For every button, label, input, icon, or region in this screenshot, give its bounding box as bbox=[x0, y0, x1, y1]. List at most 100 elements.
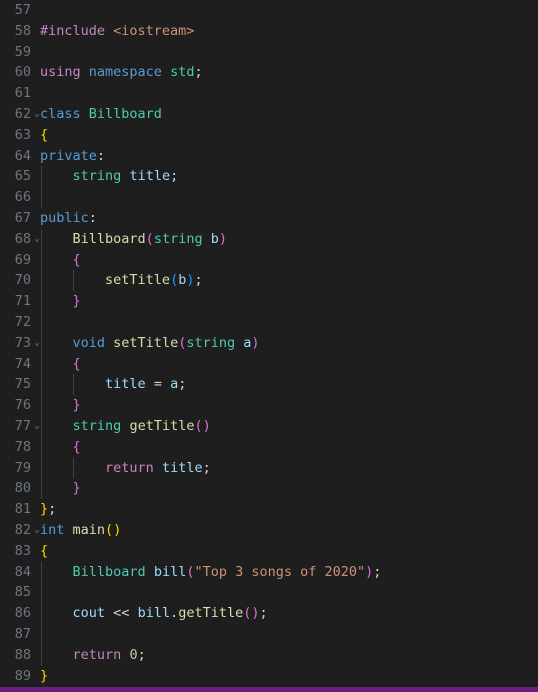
code-token: bill bbox=[137, 605, 171, 622]
code-token: ( bbox=[105, 521, 114, 538]
code-line[interactable]: 63⌄{ bbox=[0, 125, 538, 146]
code-line[interactable]: 74⌄ { bbox=[0, 353, 538, 375]
line-number: 57 bbox=[14, 2, 31, 18]
indent-guide bbox=[41, 582, 42, 604]
line-number: 73 bbox=[14, 334, 31, 351]
code-text: setTitle(b); bbox=[40, 270, 538, 291]
code-token: setTitle bbox=[105, 272, 171, 289]
code-token: } bbox=[72, 397, 81, 414]
code-line[interactable]: 88⌄ return 0; bbox=[0, 644, 538, 666]
code-line[interactable]: 68 ⌄ Billboard(string b) bbox=[0, 228, 538, 250]
code-token: ; bbox=[259, 605, 268, 622]
code-line[interactable]: 72⌄ bbox=[0, 311, 538, 333]
code-line[interactable]: 64⌄private: bbox=[0, 146, 538, 167]
code-token: string bbox=[186, 334, 236, 351]
code-line[interactable]: 82 ⌄ int main() bbox=[0, 520, 538, 541]
code-token: namespace bbox=[88, 64, 171, 81]
code-text: Billboard bill("Top 3 songs of 2020"); bbox=[40, 562, 538, 583]
code-token: : bbox=[96, 147, 106, 164]
line-number: 74 bbox=[14, 355, 31, 372]
line-number: 64 bbox=[14, 147, 31, 164]
code-text: private: bbox=[40, 146, 538, 167]
indent-guide bbox=[41, 623, 42, 645]
code-line[interactable]: 81⌄}; bbox=[0, 499, 538, 520]
code-line[interactable]: 77 ⌄ string getTitle() bbox=[0, 415, 538, 437]
code-line[interactable]: 76⌄ } bbox=[0, 395, 538, 416]
code-token: main bbox=[72, 521, 106, 538]
code-token: = bbox=[153, 376, 162, 393]
code-line[interactable]: 67⌄public: bbox=[0, 208, 538, 229]
line-number: 68 bbox=[14, 230, 31, 247]
line-number: 87 bbox=[14, 625, 31, 642]
code-token: : bbox=[88, 209, 97, 226]
code-token: private bbox=[40, 147, 97, 164]
code-token: ; bbox=[202, 459, 211, 476]
code-token: public bbox=[40, 209, 89, 226]
code-line[interactable]: 58⌄#include <iostream> bbox=[0, 21, 538, 42]
code-token: ( bbox=[194, 417, 203, 434]
code-line[interactable]: 61⌄ bbox=[0, 83, 538, 104]
code-line[interactable]: 57⌄ bbox=[0, 0, 538, 21]
line-number: 66 bbox=[14, 189, 31, 206]
code-line[interactable]: 60⌄using namespace std; bbox=[0, 62, 538, 83]
code-line[interactable]: 69⌄ { bbox=[0, 249, 538, 271]
code-line[interactable]: 70⌄ setTitle(b); bbox=[0, 270, 538, 292]
code-text: string getTitle() bbox=[40, 416, 538, 437]
code-token: Billboard bbox=[72, 230, 146, 247]
code-line[interactable]: 59⌄ bbox=[0, 42, 538, 63]
code-text: } bbox=[40, 478, 538, 499]
indent-guide bbox=[41, 311, 42, 333]
code-text: { bbox=[40, 250, 538, 271]
line-number: 60 bbox=[14, 64, 31, 81]
status-bar[interactable] bbox=[0, 687, 538, 692]
code-token: getTitle bbox=[178, 605, 244, 622]
code-line[interactable]: 66⌄ bbox=[0, 187, 538, 208]
code-token: int bbox=[40, 521, 65, 538]
code-token: } bbox=[40, 501, 49, 518]
code-token: using bbox=[40, 64, 89, 81]
code-line[interactable]: 89⌄} bbox=[0, 666, 538, 687]
code-editor[interactable]: 57⌄58⌄#include <iostream>59⌄60⌄using nam… bbox=[0, 0, 538, 692]
code-token: ( bbox=[170, 272, 179, 289]
code-token: string bbox=[72, 168, 122, 185]
code-line[interactable]: 75⌄ title = a; bbox=[0, 374, 538, 396]
code-text: { bbox=[40, 541, 538, 562]
code-line[interactable]: 73 ⌄ void setTitle(string a) bbox=[0, 332, 538, 354]
code-line[interactable]: 71⌄ } bbox=[0, 291, 538, 312]
code-line[interactable]: 85⌄ bbox=[0, 582, 538, 604]
line-number: 69 bbox=[14, 251, 31, 268]
code-lines-container[interactable]: 57⌄58⌄#include <iostream>59⌄60⌄using nam… bbox=[0, 0, 538, 687]
code-text: { bbox=[40, 354, 538, 375]
code-token: ) bbox=[251, 334, 260, 351]
code-line[interactable]: 83⌄{ bbox=[0, 541, 538, 562]
code-line[interactable]: 62 ⌄ class Billboard bbox=[0, 104, 538, 125]
code-token: { bbox=[40, 126, 49, 143]
code-line[interactable]: 78⌄ { bbox=[0, 436, 538, 458]
code-token: } bbox=[40, 667, 49, 684]
code-token: ; bbox=[373, 563, 382, 580]
line-number: 76 bbox=[14, 397, 31, 414]
code-text: void setTitle(string a) bbox=[40, 333, 538, 354]
code-line[interactable]: 79⌄ return title; bbox=[0, 457, 538, 479]
code-line[interactable]: 80⌄ } bbox=[0, 478, 538, 500]
code-text: Billboard(string b) bbox=[40, 229, 538, 250]
code-line[interactable]: 65⌄ string title; bbox=[0, 166, 538, 188]
line-number: 89 bbox=[14, 667, 31, 684]
line-number: 77 bbox=[14, 417, 31, 434]
indent-guide bbox=[41, 187, 42, 208]
line-number: 83 bbox=[14, 542, 31, 559]
code-token: ; bbox=[194, 272, 203, 289]
code-line[interactable]: 84⌄ Billboard bill("Top 3 songs of 2020"… bbox=[0, 561, 538, 583]
code-line[interactable]: 87⌄ bbox=[0, 623, 538, 645]
code-token: ; bbox=[178, 376, 187, 393]
line-number: 80 bbox=[14, 480, 31, 497]
code-line[interactable]: 86⌄ cout << bill.getTitle(); bbox=[0, 603, 538, 624]
